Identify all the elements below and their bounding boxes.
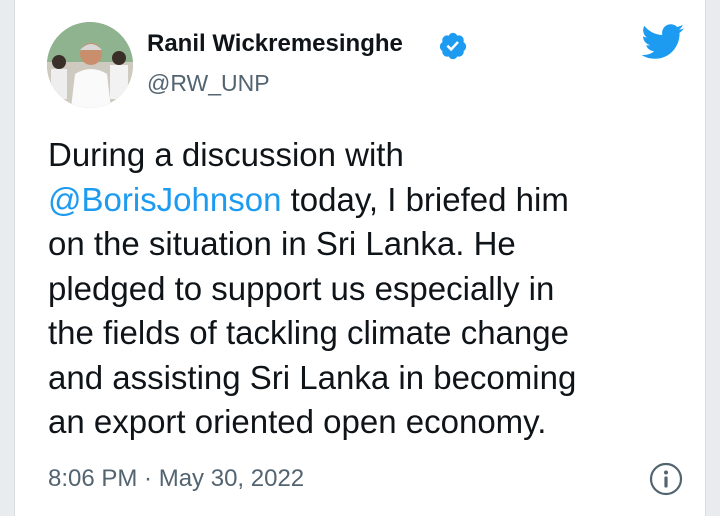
meta-separator: · bbox=[137, 465, 159, 492]
mention-link[interactable]: @BorisJohnson bbox=[48, 181, 281, 218]
tweet-time: 8:06 PM bbox=[48, 465, 138, 492]
tweet-text: During a discussion with @BorisJohnson t… bbox=[48, 133, 688, 445]
tweet-date: May 30, 2022 bbox=[158, 465, 305, 492]
twitter-bird-icon[interactable] bbox=[641, 24, 685, 60]
tweet-line: on the situation in Sri Lanka. He bbox=[48, 225, 516, 262]
tweet-line: During a discussion with bbox=[48, 136, 404, 173]
tweet-line: and assisting Sri Lanka in becoming bbox=[48, 358, 577, 396]
author-name[interactable]: Ranil Wickremesinghe bbox=[147, 30, 403, 58]
avatar[interactable] bbox=[47, 22, 133, 108]
info-icon[interactable] bbox=[649, 462, 683, 496]
tweet-timestamp[interactable]: 8:06 PM · May 30, 2022 bbox=[48, 465, 304, 493]
author-handle[interactable]: @RW_UNP bbox=[147, 70, 270, 97]
tweet-line: an export oriented open economy. bbox=[48, 403, 547, 440]
tweet-line: the fields of tackling climate change bbox=[48, 314, 569, 351]
tweet-line: pledged to support us especially in bbox=[48, 269, 555, 307]
verified-badge-icon bbox=[439, 32, 467, 60]
tweet-line: @BorisJohnson today, I briefed him bbox=[48, 178, 688, 223]
tweet-text-segment: today, I briefed him bbox=[281, 180, 569, 218]
tweet-card: Ranil Wickremesinghe @RW_UNP During a di… bbox=[14, 0, 706, 516]
